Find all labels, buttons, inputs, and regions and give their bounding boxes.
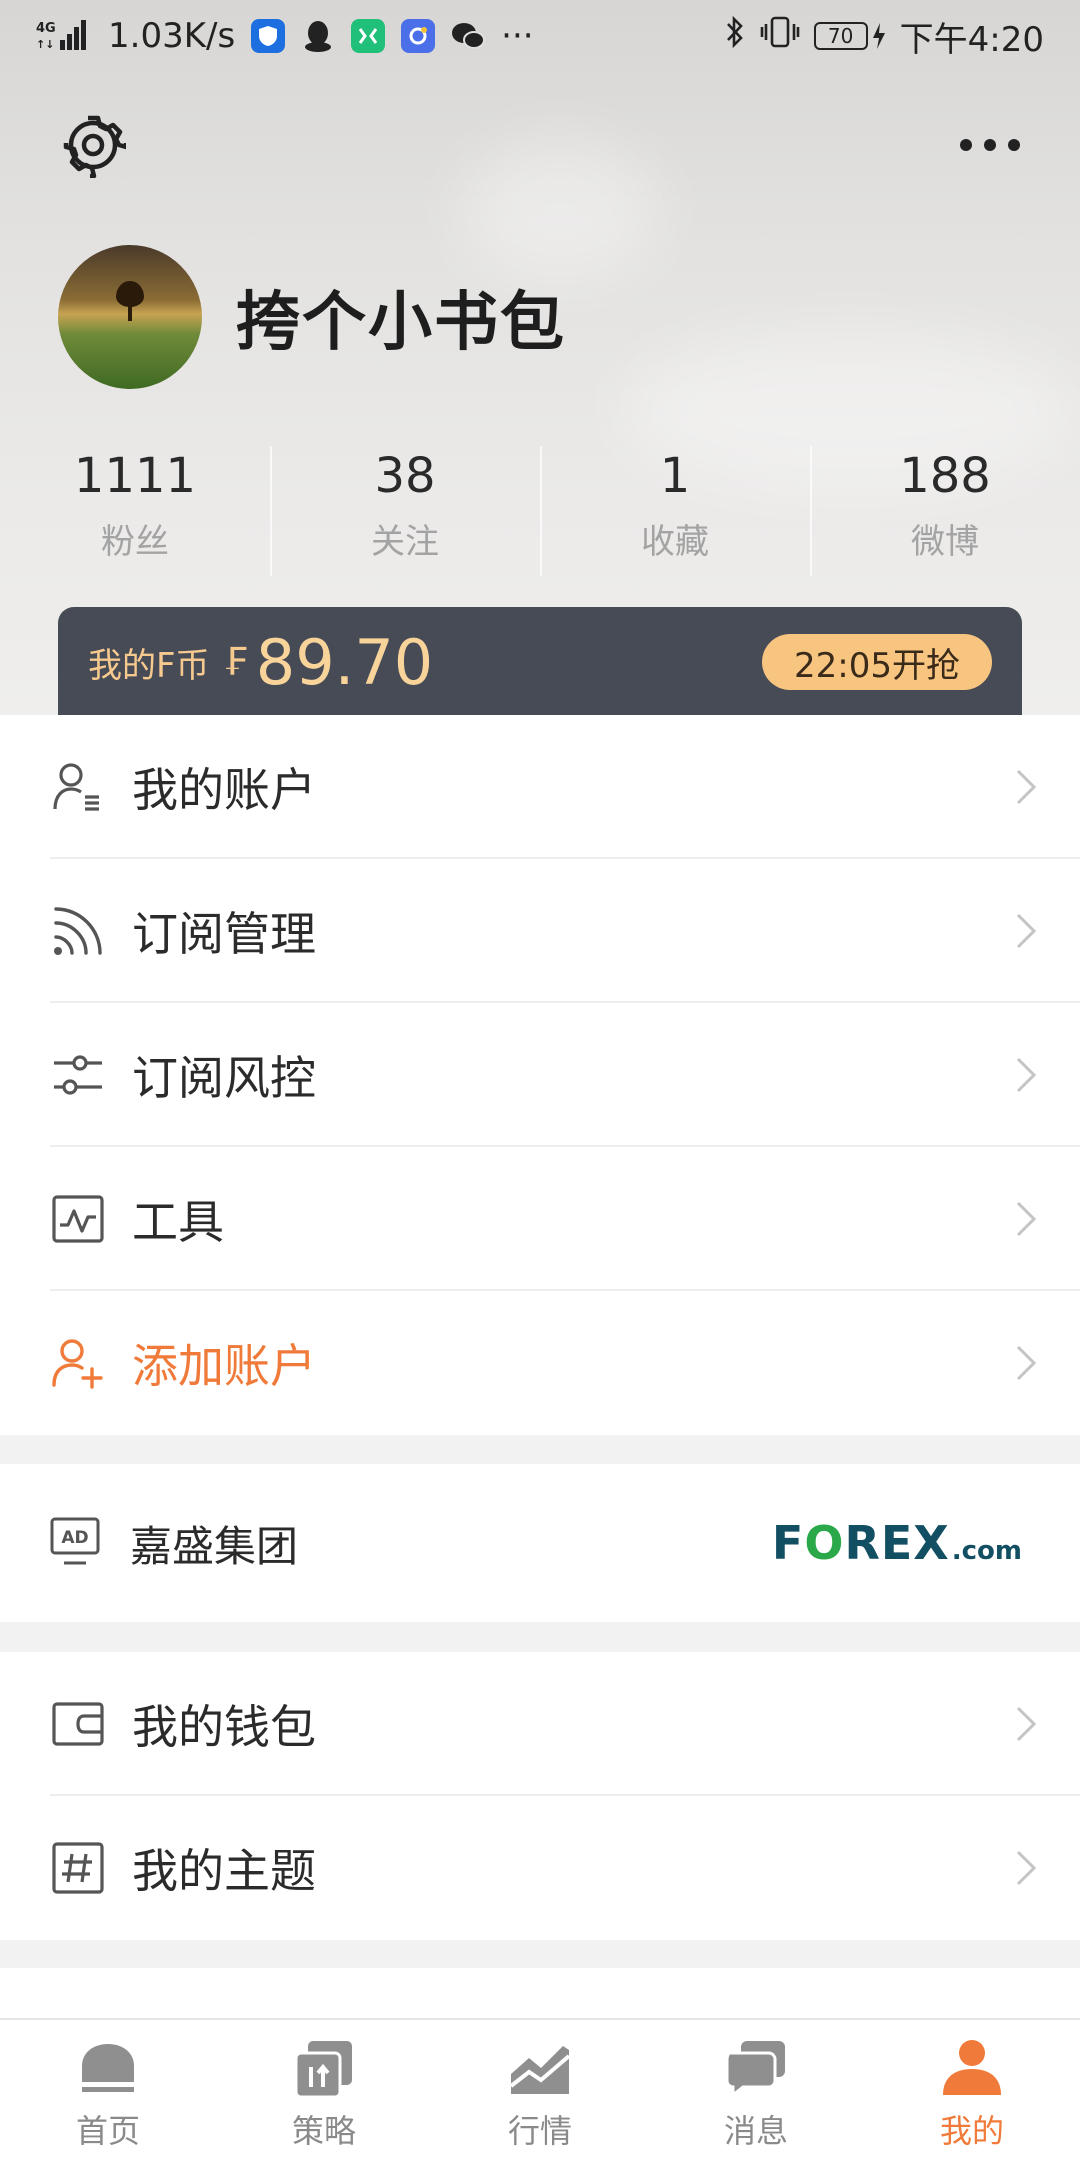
menu-item-label: 添加账户 xyxy=(132,1339,316,1393)
forex-brand: FOREX xyxy=(771,1516,950,1570)
chevron-right-icon xyxy=(1016,1850,1037,1886)
tab-label: 我的 xyxy=(939,2112,1004,2150)
more-options-icon[interactable] xyxy=(960,139,1020,151)
forex-brand-suffix: .com xyxy=(951,1536,1022,1566)
stat-label: 微博 xyxy=(911,522,979,562)
fcoin-banner[interactable]: 我的F币 ₣ 89.70 22:05开抢 xyxy=(58,607,1022,715)
wechat-icon xyxy=(451,19,486,53)
tab-strategy[interactable]: 策略 xyxy=(216,2020,432,2160)
menu-item-my-wallet[interactable]: 我的钱包 xyxy=(0,1652,1080,1796)
ad-section[interactable]: AD 嘉盛集团 FOREX .com xyxy=(0,1464,1080,1622)
bottom-tab-bar: 首页 策略 行情 消息 我的 xyxy=(0,2018,1080,2160)
profile-info[interactable]: 挎个小书包 xyxy=(58,245,566,389)
menu-item-label: 订阅风控 xyxy=(132,1051,316,1105)
tab-home[interactable]: 首页 xyxy=(0,2020,216,2160)
profile-icon xyxy=(940,2038,1004,2098)
menu-section-accounts: 我的账户 订阅管理 订阅风控 工具 添加账户 xyxy=(0,715,1080,1435)
stat-label: 关注 xyxy=(371,522,439,562)
status-bar: 4G ↑↓ 1.03K/s ··· 70 下午4:20 xyxy=(0,0,1080,72)
battery-level: 70 xyxy=(813,22,868,50)
battery-indicator: 70 xyxy=(813,22,886,50)
stat-fans[interactable]: 1111 粉丝 xyxy=(0,440,270,580)
strategy-icon xyxy=(292,2038,356,2098)
stat-value: 1111 xyxy=(73,448,197,504)
svg-text:4G: 4G xyxy=(36,21,56,36)
bluetooth-icon xyxy=(724,15,746,58)
stat-label: 收藏 xyxy=(641,522,709,562)
account-icon xyxy=(52,761,104,813)
add-user-icon xyxy=(52,1337,104,1389)
shield-app-icon xyxy=(251,19,286,53)
avatar[interactable] xyxy=(58,245,202,389)
top-actions xyxy=(60,110,1020,180)
tab-label: 首页 xyxy=(75,2112,140,2150)
network-speed: 1.03K/s xyxy=(108,16,236,56)
stat-favorites[interactable]: 1 收藏 xyxy=(540,440,810,580)
browser-app-icon xyxy=(401,19,436,53)
tab-label: 策略 xyxy=(291,2112,356,2150)
stat-weibo[interactable]: 188 微博 xyxy=(810,440,1080,580)
fcoin-symbol: ₣ xyxy=(223,640,248,684)
menu-item-label: 我的钱包 xyxy=(132,1700,316,1754)
ad-icon: AD xyxy=(50,1517,100,1569)
more-notifications: ··· xyxy=(501,16,534,56)
chevron-right-icon xyxy=(1016,1706,1037,1742)
rss-icon xyxy=(52,905,104,957)
menu-item-subscription-management[interactable]: 订阅管理 xyxy=(0,859,1080,1003)
menu-section-personal: 我的钱包 我的主题 xyxy=(0,1652,1080,1940)
forex-logo: FOREX .com xyxy=(772,1516,1022,1570)
clock: 下午4:20 xyxy=(899,19,1044,60)
chevron-right-icon xyxy=(1016,1201,1037,1237)
charging-icon xyxy=(872,23,885,49)
profile-header: 4G ↑↓ 1.03K/s ··· 70 下午4:20 挎个小书包 1111 粉… xyxy=(0,0,1080,715)
home-icon xyxy=(76,2038,140,2098)
menu-item-label: 我的账户 xyxy=(132,763,316,817)
message-icon xyxy=(724,2038,788,2098)
menu-item-add-account[interactable]: 添加账户 xyxy=(0,1291,1080,1435)
settings-gear-icon[interactable] xyxy=(60,112,129,179)
grab-button[interactable]: 22:05开抢 xyxy=(762,634,992,690)
menu-item-label: 订阅管理 xyxy=(132,907,316,961)
signal-icon: 4G ↑↓ xyxy=(36,18,92,55)
stats-row: 1111 粉丝 38 关注 1 收藏 188 微博 xyxy=(0,440,1080,580)
sliders-icon xyxy=(52,1049,104,1101)
stat-following[interactable]: 38 关注 xyxy=(270,440,540,580)
hashtag-icon xyxy=(52,1842,104,1894)
stat-value: 188 xyxy=(899,448,991,504)
ad-label: 嘉盛集团 xyxy=(130,1521,299,1571)
mi-app-icon xyxy=(351,19,386,53)
chart-tool-icon xyxy=(52,1193,104,1245)
stat-value: 38 xyxy=(374,448,436,504)
username[interactable]: 挎个小书包 xyxy=(236,271,566,363)
stat-label: 粉丝 xyxy=(101,522,169,562)
vibrate-icon xyxy=(760,15,800,58)
qq-icon xyxy=(301,19,335,53)
chevron-right-icon xyxy=(1016,1345,1037,1381)
market-icon xyxy=(508,2038,572,2098)
ad-badge: AD xyxy=(61,1528,88,1548)
menu-item-label: 我的主题 xyxy=(132,1844,316,1898)
menu-item-subscription-risk[interactable]: 订阅风控 xyxy=(0,1003,1080,1147)
tab-label: 消息 xyxy=(723,2112,788,2150)
menu-item-my-account[interactable]: 我的账户 xyxy=(0,715,1080,859)
chevron-right-icon xyxy=(1016,769,1037,805)
menu-item-tools[interactable]: 工具 xyxy=(0,1147,1080,1291)
stat-value: 1 xyxy=(659,448,691,504)
fcoin-label: 我的F币 xyxy=(88,645,210,686)
svg-text:↑↓: ↑↓ xyxy=(36,38,54,51)
ad-row[interactable]: AD 嘉盛集团 FOREX .com xyxy=(0,1464,1080,1622)
wallet-icon xyxy=(52,1698,104,1750)
menu-item-my-theme[interactable]: 我的主题 xyxy=(0,1796,1080,1940)
tab-label: 行情 xyxy=(507,2112,572,2150)
tab-messages[interactable]: 消息 xyxy=(648,2020,864,2160)
menu-item-label: 工具 xyxy=(132,1195,224,1249)
tab-market[interactable]: 行情 xyxy=(432,2020,648,2160)
menu-section-next xyxy=(0,1968,1080,2020)
chevron-right-icon xyxy=(1016,1057,1037,1093)
chevron-right-icon xyxy=(1016,913,1037,949)
fcoin-balance: 89.70 xyxy=(255,625,434,699)
tab-profile[interactable]: 我的 xyxy=(864,2020,1080,2160)
